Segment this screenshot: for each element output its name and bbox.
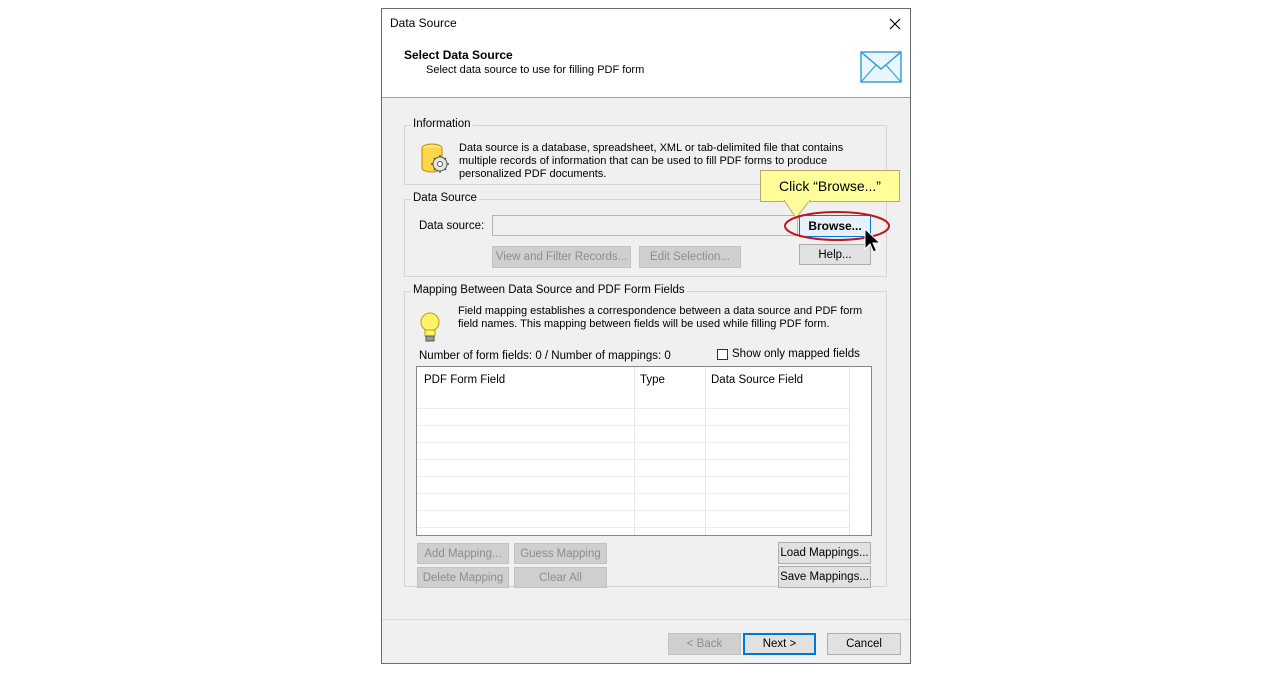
grid-line	[417, 408, 851, 409]
column-header-type[interactable]: Type	[640, 374, 665, 386]
data-source-label: Data source:	[419, 220, 485, 232]
help-button[interactable]: Help...	[799, 244, 871, 265]
column-header-data-source-field[interactable]: Data Source Field	[711, 374, 803, 386]
edit-selection-button[interactable]: Edit Selection...	[639, 246, 741, 268]
column-header-pdf-form-field[interactable]: PDF Form Field	[424, 374, 505, 386]
envelope-icon	[860, 51, 902, 83]
wizard-header: Select Data Source Select data source to…	[382, 38, 910, 98]
page-subtitle: Select data source to use for filling PD…	[426, 64, 645, 76]
page-title: Select Data Source	[404, 48, 513, 62]
footer-divider	[382, 619, 910, 620]
clear-all-button[interactable]: Clear All	[514, 567, 607, 588]
mapping-counts: Number of form fields: 0 / Number of map…	[419, 350, 671, 362]
grid-line	[417, 425, 851, 426]
back-button[interactable]: < Back	[668, 633, 741, 655]
next-button[interactable]: Next >	[743, 633, 816, 655]
mouse-cursor-icon	[864, 228, 882, 253]
window-title: Data Source	[390, 16, 457, 30]
add-mapping-button[interactable]: Add Mapping...	[417, 543, 509, 564]
view-filter-records-button[interactable]: View and Filter Records...	[492, 246, 631, 268]
guess-mapping-button[interactable]: Guess Mapping	[514, 543, 607, 564]
show-only-mapped-label[interactable]: Show only mapped fields	[732, 348, 860, 360]
data-source-dialog: Data Source Select Data Source Select da…	[381, 8, 911, 664]
load-mappings-button[interactable]: Load Mappings...	[778, 542, 871, 564]
data-source-input[interactable]	[492, 215, 798, 236]
delete-mapping-button[interactable]: Delete Mapping	[417, 567, 509, 588]
grid-line	[417, 476, 851, 477]
grid-line	[417, 442, 851, 443]
cancel-button[interactable]: Cancel	[827, 633, 901, 655]
close-button[interactable]	[880, 9, 910, 38]
data-source-group-label: Data Source	[411, 192, 479, 204]
mapping-table[interactable]: PDF Form Field Type Data Source Field	[416, 366, 872, 536]
save-mappings-button[interactable]: Save Mappings...	[778, 566, 871, 588]
grid-line	[417, 493, 851, 494]
mapping-text: Field mapping establishes a corresponden…	[458, 305, 863, 330]
close-icon	[889, 18, 901, 29]
grid-line	[417, 510, 851, 511]
title-bar: Data Source	[382, 9, 910, 38]
mapping-group-label: Mapping Between Data Source and PDF Form…	[411, 284, 687, 296]
show-only-mapped-checkbox[interactable]	[717, 349, 728, 360]
grid-line	[417, 527, 851, 528]
lightbulb-icon	[420, 312, 440, 342]
information-group-label: Information	[411, 118, 473, 130]
callout-tooltip: Click “Browse...”	[760, 170, 900, 202]
grid-line	[417, 459, 851, 460]
database-settings-icon	[421, 143, 449, 173]
